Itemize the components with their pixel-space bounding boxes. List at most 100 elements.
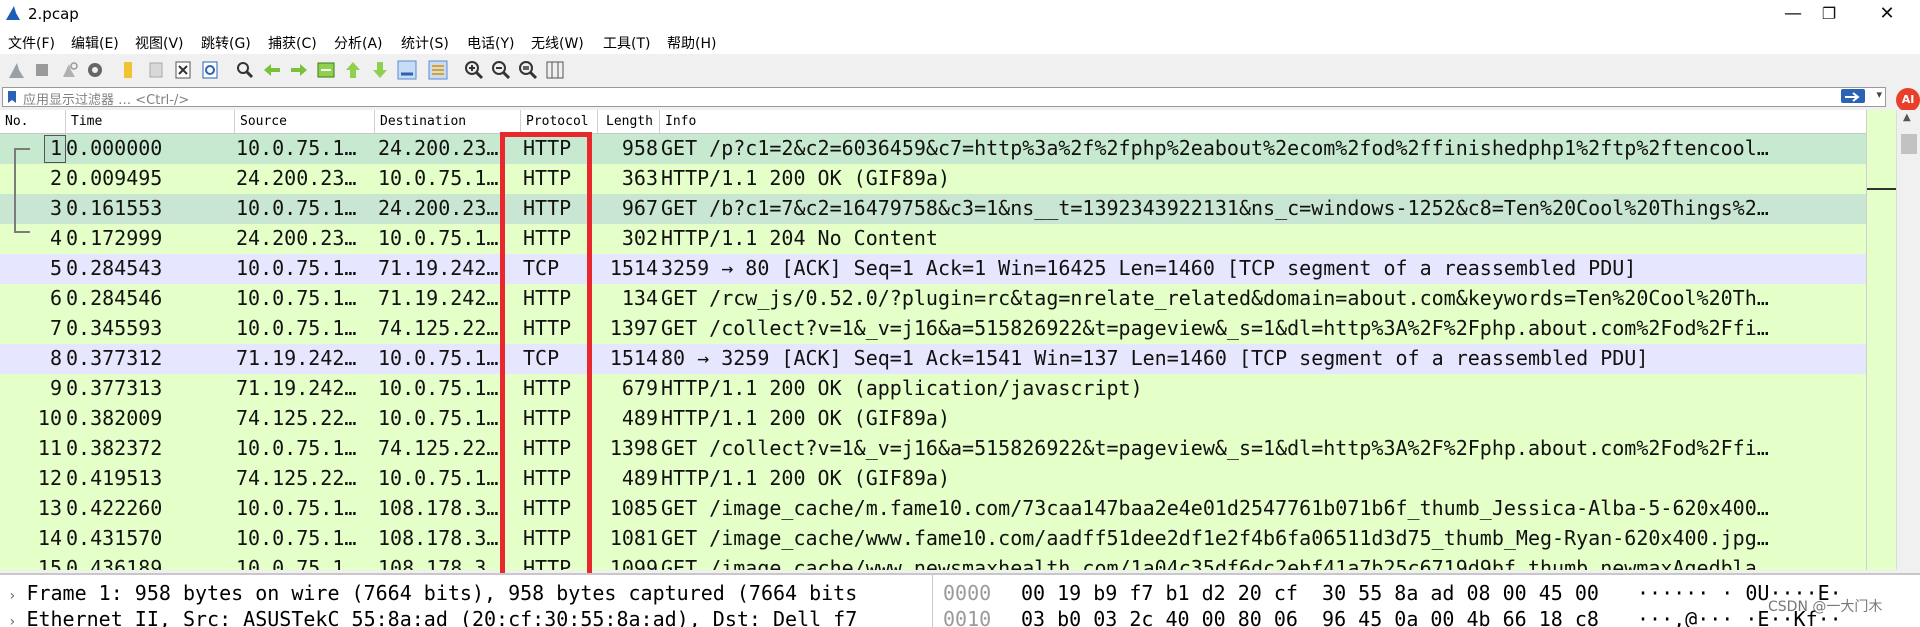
packet-no: 12 (37, 466, 62, 490)
hex-bytes[interactable]: 00 19 b9 f7 b1 d2 20 cf 30 55 8a ad 08 0… (1021, 581, 1599, 605)
bookmark-icon[interactable] (6, 90, 18, 104)
packet-no: 6 (49, 286, 62, 310)
packet-length: 1099 (609, 556, 658, 570)
last-packet-icon[interactable] (369, 59, 391, 81)
scroll-thumb[interactable] (1901, 134, 1917, 154)
packet-time: 0.009495 (66, 166, 163, 190)
close-file-icon[interactable] (172, 59, 194, 81)
menu-tools[interactable]: 工具(T) (603, 33, 650, 53)
save-file-icon[interactable] (145, 59, 167, 81)
column-length[interactable]: Length (606, 114, 653, 129)
bottom-panes: › Frame 1: 958 bytes on wire (7664 bits),… (0, 573, 1920, 627)
open-file-icon[interactable] (118, 59, 140, 81)
go-to-packet-icon[interactable] (315, 59, 337, 81)
packet-row[interactable]: 1 0.000000 10.0.75.1… 24.200.23… HTTP 958 GET … (0, 134, 1866, 164)
packet-row[interactable]: 2 0.009495 24.200.23… 10.0.75.1… HTTP 363 HTTP… (0, 164, 1866, 194)
stop-icon[interactable] (31, 59, 53, 81)
packet-destination: 71.19.242… (378, 286, 499, 310)
display-filter-input[interactable]: 应用显示过滤器 … <Ctrl-/> ▾ (2, 87, 1886, 108)
resize-columns-icon[interactable] (544, 59, 566, 81)
packet-no: 11 (37, 436, 62, 460)
packet-details-pane[interactable]: › Frame 1: 958 bytes on wire (7664 bits),… (0, 575, 928, 627)
menu-telephony[interactable]: 电话(Y) (467, 33, 514, 53)
packet-row[interactable]: 13 0.422260 10.0.75.1… 108.178.3… HTTP 1085 GE… (0, 494, 1866, 524)
zoom-normal-icon[interactable] (517, 59, 539, 81)
go-back-icon[interactable] (261, 59, 283, 81)
packet-list[interactable]: 1 0.000000 10.0.75.1… 24.200.23… HTTP 958 GET … (0, 134, 1866, 570)
packet-row[interactable]: 3 0.161553 10.0.75.1… 24.200.23… HTTP 967 GET … (0, 194, 1866, 224)
expand-arrow-icon[interactable]: › (8, 614, 16, 627)
packet-info: HTTP/1.1 200 OK (application/javascript) (661, 376, 1143, 400)
packet-row[interactable]: 10 0.382009 74.125.22… 10.0.75.1… HTTP 489 HTT… (0, 404, 1866, 434)
packet-no: 9 (49, 376, 62, 400)
first-packet-icon[interactable] (342, 59, 364, 81)
column-info[interactable]: Info (665, 114, 696, 129)
menu-capture[interactable]: 捕获(C) (268, 33, 317, 53)
column-destination[interactable]: Destination (380, 114, 466, 129)
expand-arrow-icon[interactable]: › (8, 588, 16, 604)
menu-help[interactable]: 帮助(H) (667, 33, 716, 53)
packet-row[interactable]: 11 0.382372 10.0.75.1… 74.125.22… HTTP 1398 GE… (0, 434, 1866, 464)
packet-row[interactable]: 15 0.436189 10.0.75.1… 108.178.3… HTTP 1099 GE… (0, 554, 1866, 570)
shark-fin-start-icon[interactable] (6, 59, 28, 81)
column-no[interactable]: No. (5, 114, 28, 129)
packet-row[interactable]: 8 0.377312 71.19.242… 10.0.75.1… TCP 1514 80 →… (0, 344, 1866, 374)
menu-file[interactable]: 文件(F) (8, 33, 55, 53)
restart-icon[interactable] (58, 59, 80, 81)
maximize-button[interactable]: ❐ (1806, 0, 1852, 28)
find-icon[interactable] (234, 59, 256, 81)
detail-row[interactable]: › Ethernet II, Src: ASUSTekC_55:8a:ad (20… (8, 607, 857, 627)
zoom-out-icon[interactable] (490, 59, 512, 81)
packet-row[interactable]: 9 0.377313 71.19.242… 10.0.75.1… HTTP 679 HTTP… (0, 374, 1866, 404)
menu-analyze[interactable]: 分析(A) (334, 33, 383, 53)
menu-go[interactable]: 跳转(G) (201, 33, 251, 53)
packet-info: GET /image_cache/m.fame10.com/73caa147ba… (661, 496, 1769, 520)
packet-no: 14 (37, 526, 62, 550)
packet-time: 0.422260 (66, 496, 163, 520)
menu-statistics[interactable]: 统计(S) (401, 33, 449, 53)
packet-row[interactable]: 14 0.431570 10.0.75.1… 108.178.3… HTTP 1081 GE… (0, 524, 1866, 554)
zoom-in-icon[interactable] (463, 59, 485, 81)
column-source[interactable]: Source (240, 114, 287, 129)
menu-view[interactable]: 视图(V) (135, 33, 184, 53)
packet-info: 80 → 3259 [ACK] Seq=1 Ack=1541 Win=137 L… (661, 346, 1649, 370)
detail-row[interactable]: › Frame 1: 958 bytes on wire (7664 bits),… (8, 581, 857, 605)
packet-source: 10.0.75.1… (236, 436, 357, 460)
column-protocol[interactable]: Protocol (526, 114, 589, 129)
packet-length: 1514 (609, 346, 658, 370)
apply-filter-arrow-icon[interactable] (1841, 89, 1865, 103)
packet-time: 0.419513 (66, 466, 163, 490)
autoscroll-icon[interactable] (396, 59, 418, 81)
window-title: 2.pcap (28, 5, 79, 23)
packet-length: 489 (621, 466, 658, 490)
packet-info: GET /collect?v=1&_v=j16&a=515826922&t=pa… (661, 436, 1769, 460)
packet-time: 0.284546 (66, 286, 163, 310)
packet-minimap[interactable] (1866, 110, 1897, 570)
packet-source: 10.0.75.1… (236, 526, 357, 550)
reload-icon[interactable] (199, 59, 221, 81)
ai-assistant-badge[interactable]: AI (1896, 88, 1920, 112)
options-gear-icon[interactable] (84, 59, 106, 81)
colorize-icon[interactable] (427, 59, 449, 81)
hex-bytes[interactable]: 03 b0 03 2c 40 00 80 06 96 45 0a 00 4b 6… (1021, 607, 1599, 627)
packet-row[interactable]: 6 0.284546 10.0.75.1… 71.19.242… HTTP 134 GET … (0, 284, 1866, 314)
packet-no: 5 (49, 256, 62, 280)
scroll-up-icon[interactable]: ▲ (1903, 112, 1911, 123)
packet-list-header: No. Time Source Destination Protocol Len… (0, 110, 1866, 134)
packet-source: 24.200.23… (236, 166, 357, 190)
packet-row[interactable]: 7 0.345593 10.0.75.1… 74.125.22… HTTP 1397 GET… (0, 314, 1866, 344)
packet-length: 967 (621, 196, 658, 220)
menu-edit[interactable]: 编辑(E) (71, 33, 119, 53)
close-button[interactable]: ✕ (1864, 0, 1910, 28)
packet-no: 10 (37, 406, 62, 430)
packet-row[interactable]: 4 0.172999 24.200.23… 10.0.75.1… HTTP 302 HTTP… (0, 224, 1866, 254)
packet-row[interactable]: 12 0.419513 74.125.22… 10.0.75.1… HTTP 489 HTT… (0, 464, 1866, 494)
column-time[interactable]: Time (71, 114, 102, 129)
packet-list-scrollbar[interactable]: ▲ (1896, 110, 1920, 570)
menu-wireless[interactable]: 无线(W) (531, 33, 584, 53)
packet-length: 363 (621, 166, 658, 190)
packet-row[interactable]: 5 0.284543 10.0.75.1… 71.19.242… TCP 1514 3259… (0, 254, 1866, 284)
filter-dropdown-icon[interactable]: ▾ (1876, 88, 1882, 101)
packet-time: 0.377313 (66, 376, 163, 400)
go-forward-icon[interactable] (288, 59, 310, 81)
